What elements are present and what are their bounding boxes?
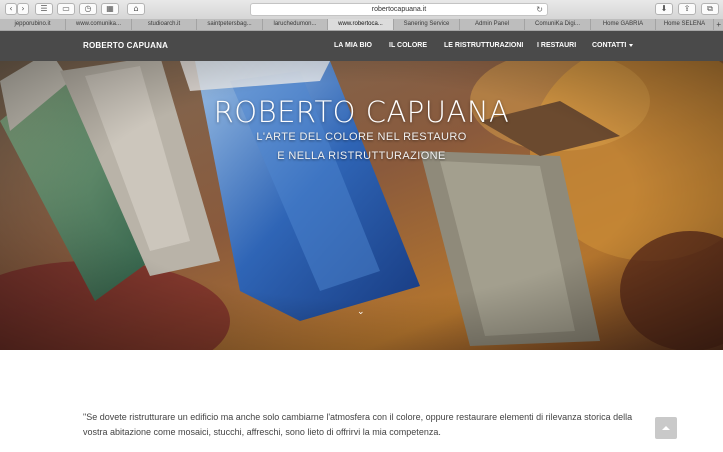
scroll-down-chevron-icon[interactable]: ⌄: [357, 307, 365, 317]
sidebar-icon[interactable]: ▭: [57, 3, 75, 15]
share-icon[interactable]: ⇪: [678, 3, 696, 15]
reload-icon[interactable]: ↻: [536, 4, 543, 15]
tab-admin-panel[interactable]: Admin Panel: [460, 19, 525, 30]
chevron-up-icon: [662, 426, 670, 430]
nav-i-restauri[interactable]: I RESTAURI: [537, 42, 576, 49]
tab-laruchedumon[interactable]: laruchedumon...: [263, 19, 328, 30]
site-navbar: ROBERTO CAPUANA LA MIA BIO IL COLORE LE …: [0, 31, 723, 61]
tab-saintpetersbag[interactable]: saintpetersbag...: [197, 19, 263, 30]
tabs-overview-icon[interactable]: ⧉: [701, 3, 719, 15]
tab-bar: jepporubino.it www.comunika... studioarc…: [0, 19, 723, 31]
tab-studioarch[interactable]: studioarch.it: [132, 19, 197, 30]
brand-logo[interactable]: ROBERTO CAPUANA: [83, 41, 168, 50]
nav-il-colore[interactable]: IL COLORE: [389, 42, 427, 49]
tab-robertocapuana[interactable]: www.robertoca...: [328, 19, 394, 30]
address-bar[interactable]: robertocapuana.it ↻: [250, 3, 548, 16]
tab-comunika[interactable]: www.comunika...: [66, 19, 132, 30]
tab-jepporubino[interactable]: jepporubino.it: [0, 19, 66, 30]
new-tab-icon[interactable]: +: [716, 19, 721, 30]
tab-home-selena[interactable]: Home SELENA: [656, 19, 714, 30]
nav-contatti[interactable]: CONTATTI: [592, 42, 634, 49]
tab-sanering-service[interactable]: Sanering Service: [394, 19, 460, 30]
back-icon[interactable]: ‹: [5, 3, 17, 15]
reading-list-icon[interactable]: ☰: [35, 3, 53, 15]
forward-icon[interactable]: ›: [17, 3, 29, 15]
history-icon[interactable]: ◷: [79, 3, 97, 15]
tab-home-gabria[interactable]: Home GABRIA: [591, 19, 656, 30]
hero-subtitle-line-1: L'ARTE DEL COLORE NEL RESTAURO: [256, 131, 467, 143]
chevron-down-icon: [629, 43, 634, 47]
hero-title: ROBERTO CAPUANA: [213, 95, 510, 129]
nav-le-ristrutturazioni[interactable]: LE RISTRUTTURAZIONI: [444, 42, 523, 49]
intro-quote: "Se dovete ristrutturare un edificio ma …: [83, 412, 633, 437]
tab-comunika-digi[interactable]: ComuniKa Digi...: [525, 19, 591, 30]
url-text: robertocapuana.it: [371, 6, 427, 13]
browser-toolbar: ‹ › ☰ ▭ ◷ ▦ ⌂ robertocapuana.it ↻ ⬇ ⇪ ⧉: [0, 0, 723, 20]
hero-subtitle-line-2: E NELLA RISTRUTTURAZIONE: [277, 150, 446, 162]
grid-icon[interactable]: ▦: [101, 3, 119, 15]
nav-la-mia-bio[interactable]: LA MIA BIO: [334, 42, 372, 49]
download-icon[interactable]: ⬇: [655, 3, 673, 15]
back-to-top-button[interactable]: [655, 417, 677, 439]
nav-contatti-label: CONTATTI: [592, 42, 627, 49]
home-icon[interactable]: ⌂: [127, 3, 145, 15]
hero-banner: ROBERTO CAPUANA L'ARTE DEL COLORE NEL RE…: [0, 61, 723, 350]
